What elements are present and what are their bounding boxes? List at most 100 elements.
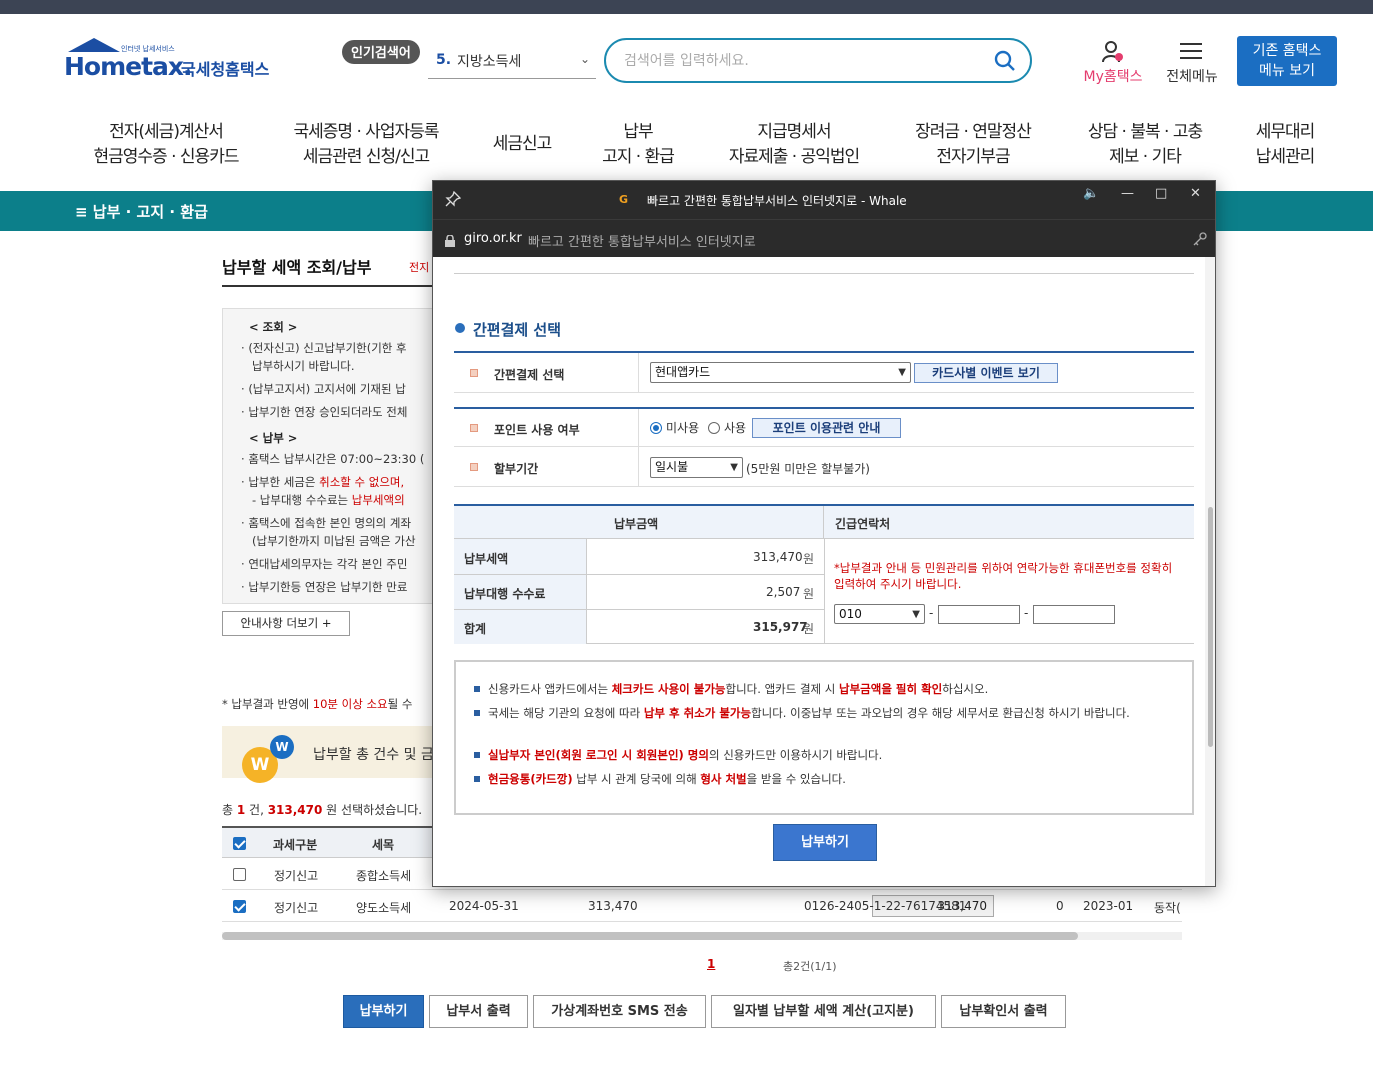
hamburger-icon bbox=[1180, 43, 1202, 59]
popular-search-term[interactable]: 지방소득세 bbox=[457, 51, 521, 71]
point-info-button[interactable]: 포인트 이용관련 안내 bbox=[752, 418, 901, 438]
phone-dash: - bbox=[929, 606, 934, 620]
address-page-title: 빠르고 간편한 통합납부서비스 인터넷지로 bbox=[528, 235, 756, 250]
maximize-icon[interactable]: □ bbox=[1155, 186, 1167, 201]
sum-amount: 313,470 bbox=[267, 803, 323, 817]
info-line: - 납부대행 수수료는 납부세액의 bbox=[252, 492, 405, 508]
label-bullet-icon bbox=[470, 369, 478, 377]
notice-part-red: 형사 처벌 bbox=[700, 772, 747, 786]
phone-last-input[interactable] bbox=[1033, 605, 1115, 624]
scroll-thumb[interactable] bbox=[1208, 507, 1213, 747]
notice-part-red: 현금융통(카드깡) bbox=[488, 772, 573, 786]
card-event-button[interactable]: 카드사별 이벤트 보기 bbox=[914, 363, 1058, 383]
easy-pay-label-cell: 간편결제 선택 bbox=[454, 353, 639, 392]
cell-due-date: 2024-05-31 bbox=[449, 899, 519, 913]
info-text: 연대납세의무자는 각각 본인 주민 bbox=[248, 557, 408, 571]
square-bullet-icon bbox=[474, 686, 480, 692]
payment-confirm-button[interactable]: 납부확인서 출력 bbox=[941, 995, 1066, 1028]
easy-pay-label: 간편결제 선택 bbox=[494, 368, 565, 382]
phone-middle-input[interactable] bbox=[938, 605, 1020, 624]
popular-search-label: 인기검색어 bbox=[342, 40, 420, 64]
info-line: · 연대납세의무자는 각각 본인 주민 bbox=[241, 557, 408, 571]
speaker-icon[interactable]: 🔈 bbox=[1083, 186, 1099, 201]
my-hometax-button[interactable]: My홈택스 bbox=[1078, 40, 1148, 86]
notice-box: 신용카드사 앱카드에서는 체크카드 사용이 불가능합니다. 앱카드 결제 시 납… bbox=[454, 660, 1194, 815]
gnb-line: 납세관리 bbox=[1255, 147, 1316, 167]
phone-prefix-select[interactable]: 010 ▼ bbox=[834, 604, 925, 624]
column-divider bbox=[824, 539, 825, 644]
banner-text: 납부할 총 건수 및 금 bbox=[313, 747, 434, 763]
notice-item: 실납부자 본인(회원 로그인 시 회원본인) 명의의 신용카드만 이용하시기 바… bbox=[474, 746, 1174, 764]
minimize-icon[interactable]: — bbox=[1121, 186, 1134, 201]
popup-address-bar: giro.or.kr 빠르고 간편한 통합납부서비스 인터넷지로 bbox=[433, 219, 1215, 257]
info-line: (납부기한까지 미납된 금액은 가산 bbox=[252, 534, 416, 548]
square-bullet-icon bbox=[474, 752, 480, 758]
notice-part: 을 받을 수 있습니다. bbox=[746, 772, 846, 786]
key-icon[interactable] bbox=[1193, 232, 1207, 246]
pin-icon[interactable] bbox=[445, 191, 461, 207]
note-text-red: 10분 이상 소요 bbox=[312, 697, 388, 711]
close-icon[interactable]: ✕ bbox=[1190, 186, 1201, 201]
installment-label: 할부기간 bbox=[494, 462, 539, 476]
all-menu-button[interactable]: 전체메뉴 bbox=[1160, 40, 1224, 86]
popup-vertical-scrollbar[interactable] bbox=[1205, 257, 1215, 886]
print-bill-button[interactable]: 납부서 출력 bbox=[429, 995, 528, 1028]
horizontal-scrollbar[interactable] bbox=[222, 932, 1182, 940]
daily-calc-button[interactable]: 일자별 납부할 세액 계산(고지분) bbox=[711, 995, 936, 1028]
gnb-item-tax-report[interactable]: 세금신고 bbox=[486, 132, 558, 157]
sms-account-button[interactable]: 가상계좌번호 SMS 전송 bbox=[533, 995, 706, 1028]
page-link-1[interactable]: 1 bbox=[707, 957, 715, 971]
select-all-checkbox[interactable] bbox=[233, 837, 246, 850]
gnb-line: 장려금 · 연말정산 bbox=[915, 122, 1032, 142]
logo-roof-icon bbox=[68, 38, 120, 52]
search-input[interactable] bbox=[624, 50, 984, 72]
notice-part-red: 실납부자 본인(회원 로그인 시 회원본인) 명의 bbox=[488, 748, 709, 762]
info-text: 홈택스 납부시간은 07:00~23:30 ( bbox=[248, 452, 425, 466]
easy-pay-section-title: 간편결제 선택 bbox=[473, 321, 562, 339]
popup-content: 간편결제 선택 간편결제 선택 현대앱카드 ▼ 카드사별 이벤트 보기 포인트 사… bbox=[433, 257, 1215, 886]
address-domain[interactable]: giro.or.kr bbox=[464, 231, 522, 246]
info-line: · 납부기한등 연장은 납부기한 만료 bbox=[241, 580, 408, 594]
notice-part: 하십시오. bbox=[942, 682, 989, 696]
point-no-radio[interactable] bbox=[650, 422, 662, 434]
more-info-button[interactable]: 안내사항 더보기 + bbox=[222, 611, 350, 636]
chevron-down-icon[interactable]: ⌄ bbox=[580, 52, 590, 66]
search-icon[interactable] bbox=[994, 50, 1016, 72]
payment-popup-window: G 빠르고 간편한 통합납부서비스 인터넷지로 - Whale 🔈 — □ ✕ … bbox=[432, 180, 1216, 887]
popup-pay-button[interactable]: 납부하기 bbox=[773, 824, 877, 861]
gnb-item-certificate[interactable]: 국세증명 · 사업자등록 세금관련 신청/신고 bbox=[285, 120, 447, 170]
square-bullet-icon bbox=[474, 776, 480, 782]
section-bar-title[interactable]: ≡ 납부 · 고지 · 환급 bbox=[75, 201, 208, 222]
gnb-item-einvoice[interactable]: 전자(세금)계산서 현금영수증 · 신용카드 bbox=[86, 120, 246, 170]
cell-pay-number: 0126-2405-1-22-76174581 bbox=[804, 899, 967, 913]
gnb-item-payment[interactable]: 납부 고지 · 환급 bbox=[596, 120, 680, 170]
gnb-item-statement[interactable]: 지급명세서 자료제출 · 공익법인 bbox=[721, 120, 867, 170]
logo-korean-text: 국세청홈택스 bbox=[181, 60, 270, 79]
installment-note: (5만원 미만은 할부불가) bbox=[746, 462, 870, 476]
point-yes-radio[interactable] bbox=[708, 422, 720, 434]
installment-select[interactable]: 일시불 ▼ bbox=[650, 457, 743, 478]
info-line: · 홈택스에 접속한 본인 명의의 계좌 bbox=[241, 516, 412, 530]
hometax-logo[interactable]: 인터넷 납세서비스 Hometax. 국세청홈택스 bbox=[64, 38, 279, 88]
gnb-line: 자료제출 · 공익법인 bbox=[728, 147, 860, 167]
pay-button[interactable]: 납부하기 bbox=[343, 995, 424, 1028]
old-menu-line1: 기존 홈택스 bbox=[1252, 43, 1322, 59]
info-text: (납부고지서) 고지서에 기재된 납 bbox=[248, 382, 406, 396]
old-menu-button[interactable]: 기존 홈택스 메뉴 보기 bbox=[1237, 36, 1337, 86]
gnb-item-consult[interactable]: 상담 · 불복 · 고충 제보 · 기타 bbox=[1078, 120, 1212, 170]
gnb-item-agent[interactable]: 세무대리 납세관리 bbox=[1250, 120, 1320, 170]
row-checkbox[interactable] bbox=[233, 868, 246, 881]
point-install-table: 포인트 사용 여부 미사용 사용 포인트 이용관련 안내 할부기간 일시불 ▼ (… bbox=[454, 407, 1194, 487]
easy-pay-select[interactable]: 현대앱카드 ▼ bbox=[650, 362, 911, 383]
won-coin-small-icon: W bbox=[270, 735, 294, 759]
note-text: * 납부결과 반영에 bbox=[222, 697, 313, 711]
scroll-thumb[interactable] bbox=[222, 932, 1078, 940]
gnb-item-incentive[interactable]: 장려금 · 연말정산 전자기부금 bbox=[906, 120, 1040, 170]
info-line: · (전자신고) 신고납부기한(기한 후 bbox=[241, 341, 407, 355]
table-row[interactable]: 정기신고 양도소득세 2024-05-31 313,470 313,470 01… bbox=[222, 890, 1182, 922]
total-value: 315,977 bbox=[753, 620, 808, 634]
gnb-line: 현금영수증 · 신용카드 bbox=[93, 147, 240, 167]
row-checkbox[interactable] bbox=[233, 900, 246, 913]
pager-total: 총2건(1/1) bbox=[783, 960, 837, 973]
tax-value: 313,470 bbox=[753, 550, 803, 564]
